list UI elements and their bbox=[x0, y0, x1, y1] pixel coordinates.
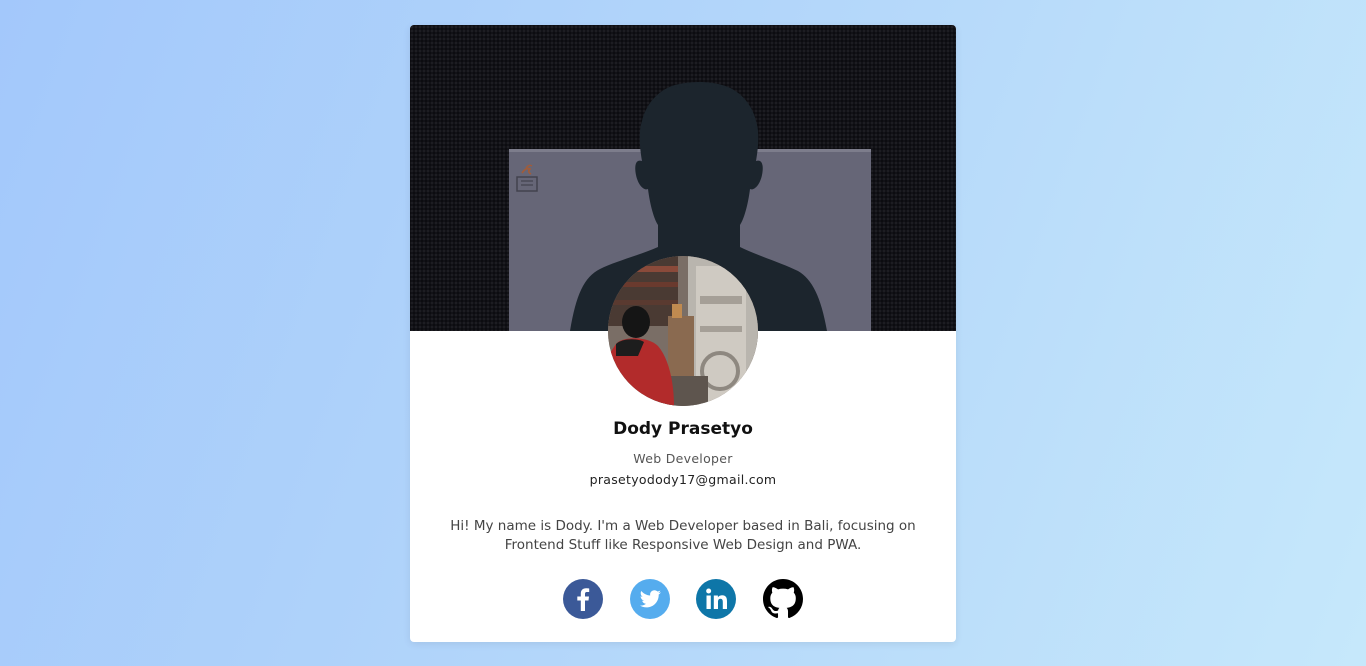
linkedin-link[interactable] bbox=[696, 579, 736, 619]
avatar bbox=[608, 256, 758, 406]
profile-email: prasetyodody17@gmail.com bbox=[589, 472, 777, 487]
github-icon bbox=[763, 579, 803, 619]
facebook-link[interactable] bbox=[563, 579, 603, 619]
github-link[interactable] bbox=[763, 579, 803, 619]
profile-bio: Hi! My name is Dody. I'm a Web Developer… bbox=[450, 518, 916, 553]
twitter-icon bbox=[630, 579, 670, 619]
facebook-icon bbox=[563, 579, 603, 619]
profile-role: Web Developer bbox=[633, 451, 733, 466]
twitter-link[interactable] bbox=[630, 579, 670, 619]
profile-name: Dody Prasetyo bbox=[613, 419, 753, 439]
linkedin-icon bbox=[696, 579, 736, 619]
profile-card: Dody Prasetyo Web Developer prasetyodody… bbox=[410, 25, 956, 642]
